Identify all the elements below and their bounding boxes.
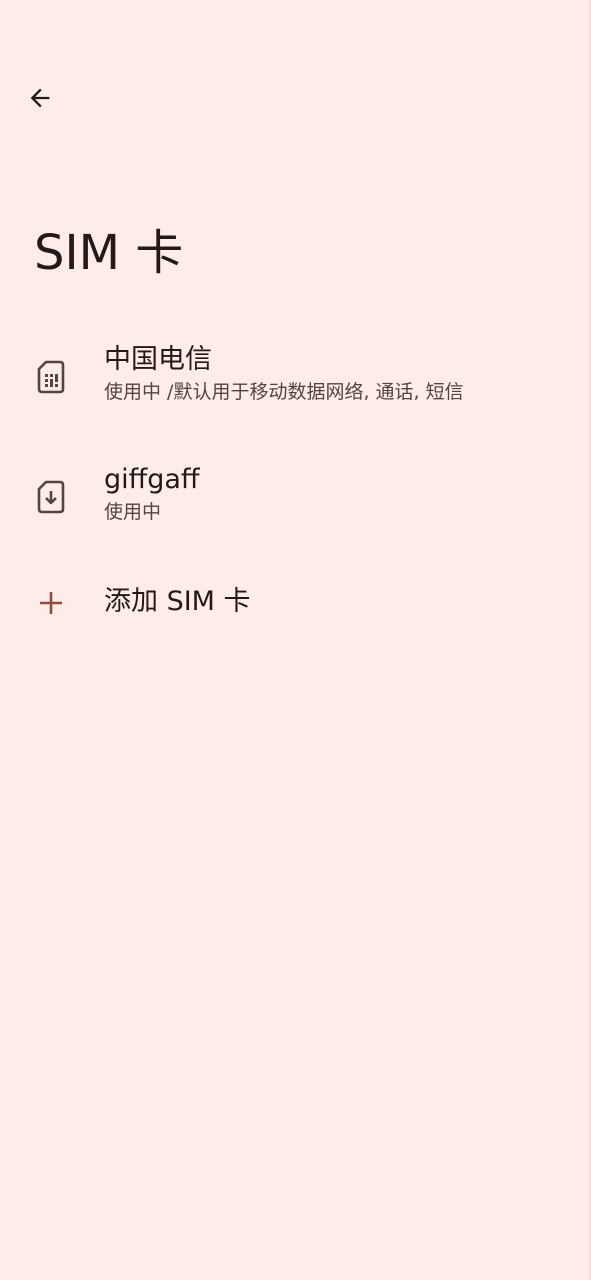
page-title: SIM 卡: [34, 225, 184, 281]
arrow-back-icon: [26, 84, 54, 116]
add-sim-button[interactable]: [0, 564, 591, 644]
sim-item-giffgaff-hit[interactable]: [0, 446, 591, 564]
back-button[interactable]: [16, 76, 64, 124]
sim-item-china-telecom-hit[interactable]: [0, 326, 591, 444]
